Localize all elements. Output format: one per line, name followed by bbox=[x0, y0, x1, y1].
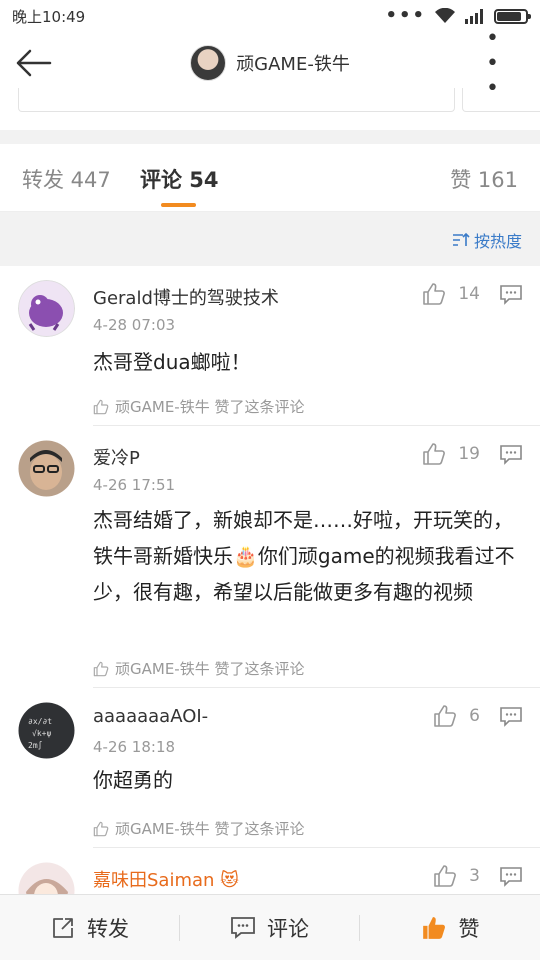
comment-list: Gerald博士的驾驶技术 4-28 07:03 杰哥登dua螂啦！ 顽GAME… bbox=[0, 266, 540, 919]
repost-label: 转发 bbox=[87, 916, 129, 941]
sort-icon bbox=[452, 232, 470, 246]
comment-text: 杰哥登dua螂啦！ bbox=[93, 350, 251, 374]
status-bar: 晚上10:49 ••• bbox=[0, 0, 540, 32]
vip-badge-icon: 😻 bbox=[220, 870, 239, 891]
user-avatar[interactable]: ∂x/∂t √k+ψ 2m∫ bbox=[18, 702, 75, 759]
comment-time: 4-28 07:03 bbox=[93, 316, 176, 334]
battery-icon bbox=[494, 8, 531, 24]
comment-username[interactable]: aaaaaaaAOI- bbox=[93, 706, 208, 727]
more-options-button[interactable]: • • • bbox=[486, 26, 526, 101]
comment-username[interactable]: Gerald博士的驾驶技术 bbox=[93, 284, 279, 310]
comment-item[interactable]: ∂x/∂t √k+ψ 2m∫ aaaaaaaAOI- 4-26 18:18 你超… bbox=[0, 688, 540, 848]
comment-item[interactable]: 爱冷P 4-26 17:51 杰哥结婚了，新娘却不是……好啦，开玩笑的，铁牛哥新… bbox=[0, 426, 540, 688]
liked-by-text: 顽GAME-铁牛 赞了这条评论 bbox=[115, 820, 305, 838]
like-count: 3 bbox=[469, 866, 480, 886]
tab-likes[interactable]: 赞 161 bbox=[450, 164, 518, 194]
svg-text:√k+ψ: √k+ψ bbox=[32, 729, 51, 738]
reply-icon[interactable] bbox=[500, 445, 522, 465]
comment-label: 评论 bbox=[267, 916, 309, 941]
sort-by-hot-button[interactable]: 按热度 bbox=[452, 228, 522, 252]
author-liked-note: 顽GAME-铁牛 赞了这条评论 bbox=[93, 818, 305, 839]
thumb-up-icon bbox=[423, 443, 446, 465]
page-title: 顽GAME-铁牛 bbox=[236, 54, 350, 75]
svg-text:2m∫: 2m∫ bbox=[28, 741, 43, 750]
tab-repost[interactable]: 转发 447 bbox=[22, 164, 111, 194]
tab-comments[interactable]: 评论 54 bbox=[140, 164, 219, 194]
reply-icon[interactable] bbox=[500, 285, 522, 305]
thumb-up-icon bbox=[434, 705, 457, 727]
author-liked-note: 顽GAME-铁牛 赞了这条评论 bbox=[93, 658, 305, 679]
wifi-icon bbox=[435, 8, 455, 23]
like-count: 19 bbox=[458, 444, 480, 464]
tab-bar: 转发 447 评论 54 赞 161 bbox=[0, 144, 540, 212]
author-avatar[interactable] bbox=[190, 45, 227, 81]
liked-by-text: 顽GAME-铁牛 赞了这条评论 bbox=[115, 660, 305, 678]
small-thumb-icon bbox=[93, 821, 109, 836]
comment-time: 4-26 17:51 bbox=[93, 476, 176, 494]
small-thumb-icon bbox=[93, 399, 109, 414]
comment-username[interactable]: 爱冷P bbox=[93, 444, 140, 470]
like-label: 赞 bbox=[458, 916, 480, 941]
repost-button[interactable]: 转发 bbox=[0, 895, 180, 960]
like-button[interactable]: 14 bbox=[422, 282, 480, 306]
status-time: 晚上10:49 bbox=[12, 7, 86, 26]
comment-text: 你超勇的 bbox=[93, 768, 173, 792]
card-box-left[interactable] bbox=[18, 88, 455, 112]
signal-icon bbox=[465, 9, 483, 24]
status-icons: ••• bbox=[385, 5, 531, 26]
like-post-button[interactable]: 赞 bbox=[360, 895, 540, 960]
comment-time: 4-26 18:18 bbox=[93, 738, 176, 756]
author-liked-note: 顽GAME-铁牛 赞了这条评论 bbox=[93, 396, 305, 417]
comment-icon bbox=[231, 916, 255, 939]
user-avatar[interactable] bbox=[18, 280, 75, 337]
thumb-up-icon bbox=[434, 865, 457, 887]
liked-by-text: 顽GAME-铁牛 赞了这条评论 bbox=[115, 398, 305, 416]
like-button[interactable]: 19 bbox=[422, 442, 480, 466]
thumb-up-filled-icon bbox=[422, 916, 445, 939]
comment-text: 杰哥结婚了，新娘却不是……好啦，开玩笑的，铁牛哥新婚快乐🎂你们顽game的视频我… bbox=[93, 508, 515, 604]
comment-username[interactable]: 嘉味田Saiman 😻 bbox=[93, 866, 239, 892]
reply-icon[interactable] bbox=[500, 707, 522, 727]
comment-item[interactable]: Gerald博士的驾驶技术 4-28 07:03 杰哥登dua螂啦！ 顽GAME… bbox=[0, 266, 540, 426]
repost-icon bbox=[53, 917, 73, 938]
sort-label: 按热度 bbox=[473, 232, 522, 251]
active-tab-indicator bbox=[161, 203, 196, 207]
small-thumb-icon bbox=[93, 661, 109, 676]
user-avatar[interactable] bbox=[18, 440, 75, 497]
section-gap bbox=[0, 130, 540, 144]
like-count: 14 bbox=[458, 284, 480, 304]
bottom-action-bar: 转发 评论 赞 bbox=[0, 894, 540, 960]
title-group[interactable]: 顽GAME-铁牛 bbox=[0, 45, 540, 81]
comment-button[interactable]: 评论 bbox=[180, 895, 360, 960]
card-box-right[interactable] bbox=[462, 88, 540, 112]
sort-bar: 按热度 bbox=[0, 212, 540, 266]
svg-text:∂x/∂t: ∂x/∂t bbox=[28, 717, 52, 726]
like-button[interactable]: 3 bbox=[433, 864, 480, 888]
reply-icon[interactable] bbox=[500, 867, 522, 887]
like-button[interactable]: 6 bbox=[433, 704, 480, 728]
post-card-remnant bbox=[0, 88, 540, 130]
header: 顽GAME-铁牛 • • • bbox=[0, 26, 540, 101]
notification-dots-icon: ••• bbox=[385, 5, 426, 26]
thumb-up-icon bbox=[423, 283, 446, 305]
like-count: 6 bbox=[469, 706, 480, 726]
